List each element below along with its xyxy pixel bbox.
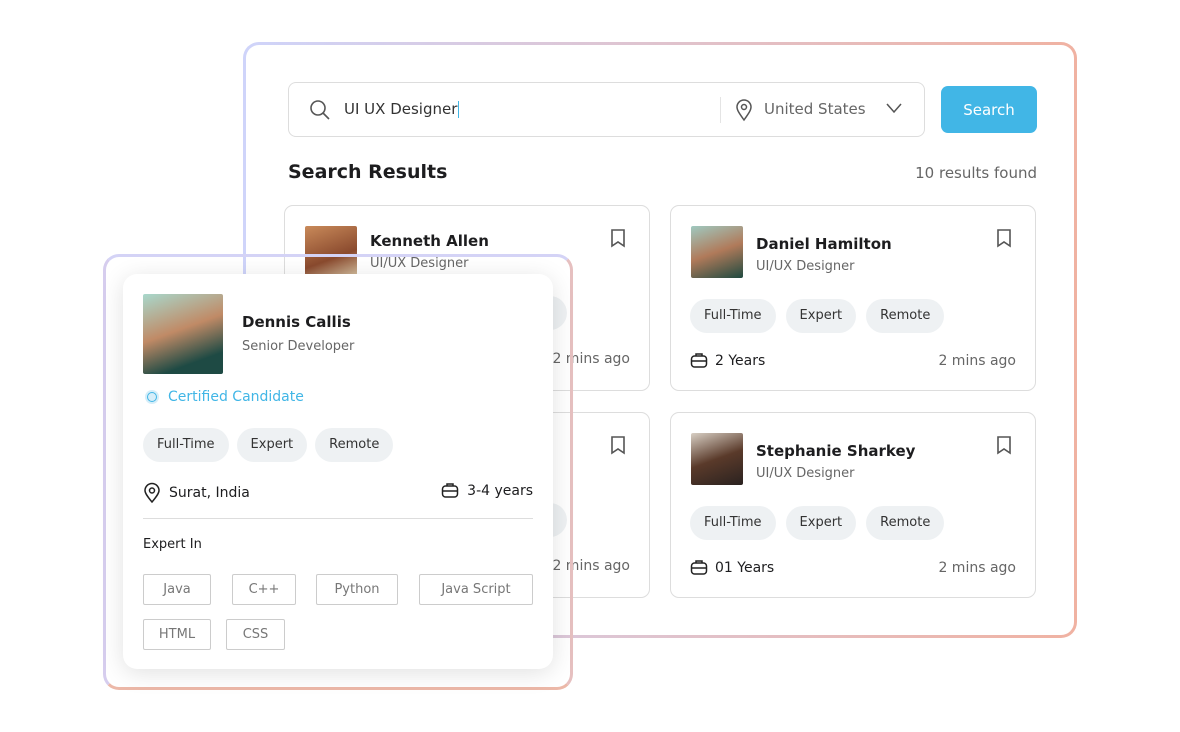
posted-time: 2 mins ago: [938, 560, 1016, 576]
candidate-role: Senior Developer: [242, 339, 355, 354]
tag-chip: Full-Time: [143, 428, 229, 462]
skill-tag: Python: [316, 574, 398, 605]
text-cursor: [458, 101, 460, 118]
candidate-name: Dennis Callis: [242, 313, 351, 331]
skill-tag: Java Script: [419, 574, 533, 605]
certified-icon: [145, 390, 159, 404]
candidate-profile-card[interactable]: Dennis Callis Senior Developer Certified…: [123, 274, 553, 669]
tag-chip: Remote: [315, 428, 394, 462]
candidate-name: Stephanie Sharkey: [756, 442, 916, 460]
avatar: [691, 226, 743, 278]
certified-badge: Certified Candidate: [144, 389, 304, 405]
tag-chip: Expert: [236, 428, 308, 462]
search-bar: UI UX Designer United States: [288, 82, 925, 137]
experience: 01 Years: [715, 559, 775, 576]
divider: [143, 518, 533, 519]
candidate-card[interactable]: Daniel Hamilton UI/UX Designer Full-Time…: [670, 205, 1036, 391]
tag-chip: Full-Time: [690, 299, 776, 333]
skill-tag: Java: [143, 574, 211, 605]
search-button[interactable]: Search: [941, 86, 1037, 133]
briefcase-icon: [690, 560, 708, 575]
tag-chip: Expert: [785, 299, 857, 333]
candidate-name: Daniel Hamilton: [756, 235, 892, 253]
bookmark-icon[interactable]: [996, 228, 1012, 248]
posted-time: 2 mins ago: [938, 353, 1016, 369]
skill-tag: HTML: [143, 619, 211, 650]
candidate-role: UI/UX Designer: [756, 259, 855, 274]
bookmark-icon[interactable]: [996, 435, 1012, 455]
page-title: Search Results: [288, 161, 448, 183]
skill-tag: C++: [232, 574, 296, 605]
chevron-down-icon[interactable]: [885, 101, 903, 115]
bookmark-icon[interactable]: [610, 435, 626, 455]
tag-chip: Expert: [785, 506, 857, 540]
location-pin-icon: [144, 482, 160, 504]
experience: 3-4 years: [467, 482, 533, 499]
search-icon: [310, 100, 330, 120]
location: Surat, India: [169, 485, 250, 501]
briefcase-icon: [690, 353, 708, 368]
certified-label: Certified Candidate: [168, 389, 304, 405]
bookmark-icon[interactable]: [610, 228, 626, 248]
tag-chip: Remote: [866, 299, 945, 333]
expert-in-label: Expert In: [143, 537, 202, 552]
candidate-card[interactable]: Stephanie Sharkey UI/UX Designer Full-Ti…: [670, 412, 1036, 598]
candidate-name: Kenneth Allen: [370, 232, 489, 250]
avatar: [691, 433, 743, 485]
location-pin-icon: [736, 99, 752, 122]
search-input[interactable]: UI UX Designer: [344, 100, 460, 118]
experience: 2 Years: [715, 352, 766, 369]
results-count: 10 results found: [915, 164, 1037, 182]
divider: [720, 97, 721, 123]
avatar: [143, 294, 223, 374]
candidate-role: UI/UX Designer: [756, 466, 855, 481]
skill-tag: CSS: [226, 619, 285, 650]
search-query: UI UX Designer: [344, 100, 458, 118]
location-select[interactable]: United States: [764, 100, 866, 118]
briefcase-icon: [441, 483, 459, 498]
tag-chip: Full-Time: [690, 506, 776, 540]
tag-chip: Remote: [866, 506, 945, 540]
